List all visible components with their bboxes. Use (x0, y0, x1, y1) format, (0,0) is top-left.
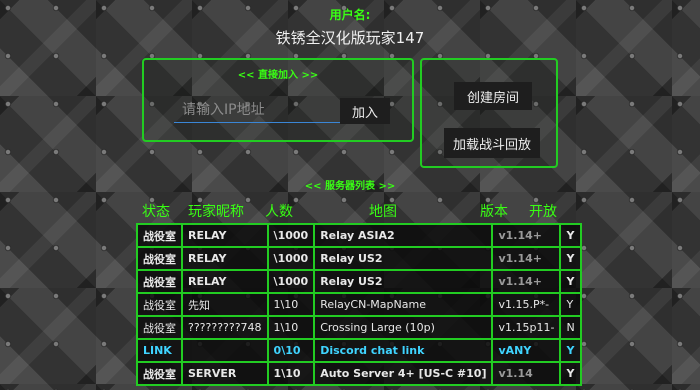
server-player-name: RELAY (181, 223, 269, 248)
create-room-button[interactable]: 创建房间 (454, 82, 532, 110)
join-button[interactable]: 加入 (340, 98, 390, 124)
server-status: 战役室 (136, 223, 183, 248)
server-status: 战役室 (136, 246, 183, 271)
column-header-map[interactable]: 地图 (369, 201, 397, 221)
server-map: RelayCN-MapName (313, 292, 494, 317)
server-version: v1.15p11- (491, 315, 562, 340)
server-player-name (181, 338, 269, 363)
server-status: 战役室 (136, 292, 183, 317)
server-version: v1.15.P*- (491, 292, 562, 317)
column-header-player-name[interactable]: 玩家昵称 (188, 201, 244, 221)
server-open: Y (559, 246, 582, 271)
server-version: v1.14 (491, 361, 562, 386)
server-open: Y (559, 338, 582, 363)
host-panel: 创建房间 加载战斗回放 (420, 58, 558, 168)
server-player-count: 0\10 (266, 338, 316, 363)
server-player-name: SERVER (181, 361, 269, 386)
column-header-version[interactable]: 版本 (480, 201, 508, 221)
server-player-name: RELAY (181, 246, 269, 271)
server-row[interactable]: LINK 0\10 Discord chat link vANY Y (136, 338, 582, 363)
server-player-count: 1\10 (266, 292, 316, 317)
server-map: Relay US2 (313, 246, 494, 271)
server-row[interactable]: 战役室 ?????????748 1\10 Crossing Large (10… (136, 315, 582, 340)
server-player-count: \1000 (266, 223, 316, 248)
server-player-count: \1000 (266, 246, 316, 271)
server-status: 战役室 (136, 315, 183, 340)
server-map: Relay US2 (313, 269, 494, 294)
column-header-status[interactable]: 状态 (142, 201, 170, 221)
server-row[interactable]: 战役室 RELAY \1000 Relay US2 v1.14+ Y (136, 246, 582, 271)
server-list-table: 战役室 RELAY \1000 Relay ASIA2 v1.14+ Y 战役室… (136, 223, 582, 386)
server-row[interactable]: 战役室 SERVER 1\10 Auto Server 4+ [US-C #10… (136, 361, 582, 386)
server-open: Y (559, 361, 582, 386)
server-row[interactable]: 战役室 RELAY \1000 Relay ASIA2 v1.14+ Y (136, 223, 582, 248)
server-status: 战役室 (136, 361, 183, 386)
server-open: Y (559, 223, 582, 248)
server-player-count: 1\10 (266, 361, 316, 386)
server-version: vANY (491, 338, 562, 363)
server-map: Discord chat link (313, 338, 494, 363)
server-version: v1.14+ (491, 223, 562, 248)
server-player-name: 先知 (181, 292, 269, 317)
server-version: v1.14+ (491, 246, 562, 271)
server-status: LINK (136, 338, 183, 363)
server-version: v1.14+ (491, 269, 562, 294)
server-list-title: << 服务器列表 >> (304, 181, 396, 192)
username-label: 用户名: (329, 8, 371, 22)
load-replay-button[interactable]: 加载战斗回放 (444, 128, 540, 158)
server-map: Relay ASIA2 (313, 223, 494, 248)
server-player-name: ?????????748 (181, 315, 269, 340)
server-open: Y (559, 292, 582, 317)
server-status: 战役室 (136, 269, 183, 294)
server-player-count: \1000 (266, 269, 316, 294)
server-player-count: 1\10 (266, 315, 316, 340)
server-open: N (559, 315, 582, 340)
server-map: Auto Server 4+ [US-C #10] (313, 361, 494, 386)
server-row[interactable]: 战役室 先知 1\10 RelayCN-MapName v1.15.P*- Y (136, 292, 582, 317)
server-map: Crossing Large (10p) (313, 315, 494, 340)
column-header-players[interactable]: 人数 (265, 201, 293, 221)
direct-join-panel: << 直接加入 >> 加入 (142, 58, 414, 142)
server-row[interactable]: 战役室 RELAY \1000 Relay US2 v1.14+ Y (136, 269, 582, 294)
server-player-name: RELAY (181, 269, 269, 294)
direct-join-title: << 直接加入 >> (237, 70, 319, 81)
username-value[interactable]: 铁锈全汉化版玩家147 (0, 27, 700, 48)
column-header-open[interactable]: 开放 (529, 201, 557, 221)
server-open: Y (559, 269, 582, 294)
ip-address-input[interactable] (174, 98, 342, 123)
